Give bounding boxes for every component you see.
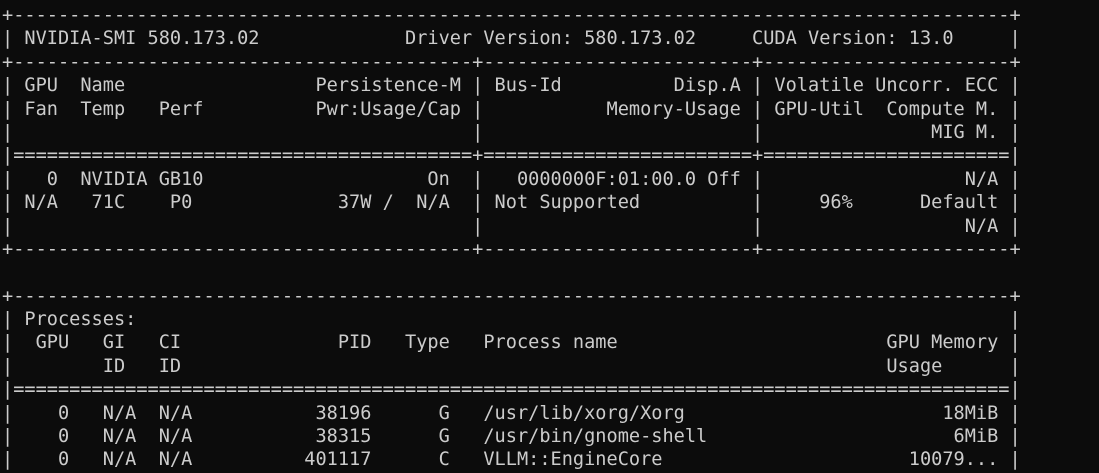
gpu-table-header-row-2: | Fan Temp Perf Pwr:Usage/Cap | Memory-U… [2, 98, 1021, 120]
process-header-row-2: | ID ID Usage | [2, 355, 1021, 377]
gpu-table-header-divider: |=======================================… [2, 145, 1021, 167]
process-row-gnome-shell: | 0 N/A N/A 38315 G /usr/bin/gnome-shell… [2, 426, 1021, 448]
gpu-table-separator: +---------------------------------------… [2, 51, 1021, 73]
process-table-top: +---------------------------------------… [2, 285, 1021, 307]
gpu-row-2: | N/A 71C P0 37W / N/A | Not Supported |… [2, 192, 1021, 214]
gpu-row-1: | 0 NVIDIA GB10 On | 0000000F:01:00.0 Of… [2, 168, 1021, 190]
process-header-divider: |=======================================… [2, 379, 1021, 401]
gpu-table-header-row-1: | GPU Name Persistence-M | Bus-Id Disp.A… [2, 75, 1021, 97]
process-row-enginecore: | 0 N/A N/A 401117 C VLLM::EngineCore 10… [2, 449, 1021, 471]
border-top: +---------------------------------------… [2, 5, 1021, 26]
process-row-xorg: | 0 N/A N/A 38196 G /usr/lib/xorg/Xorg 1… [2, 402, 1021, 424]
process-header-row-1: | GPU GI CI PID Type Process name GPU Me… [2, 332, 1021, 354]
gpu-table-header-row-3: | | | MIG M. | [2, 121, 1021, 143]
gpu-table-bottom: +---------------------------------------… [2, 238, 1021, 260]
gpu-row-3: | | | N/A | [2, 215, 1021, 237]
terminal-window[interactable]: +---------------------------------------… [0, 0, 1099, 473]
processes-title: | Processes: | [2, 309, 1021, 331]
smi-header-line: | NVIDIA-SMI 580.173.02 Driver Version: … [2, 28, 1021, 50]
